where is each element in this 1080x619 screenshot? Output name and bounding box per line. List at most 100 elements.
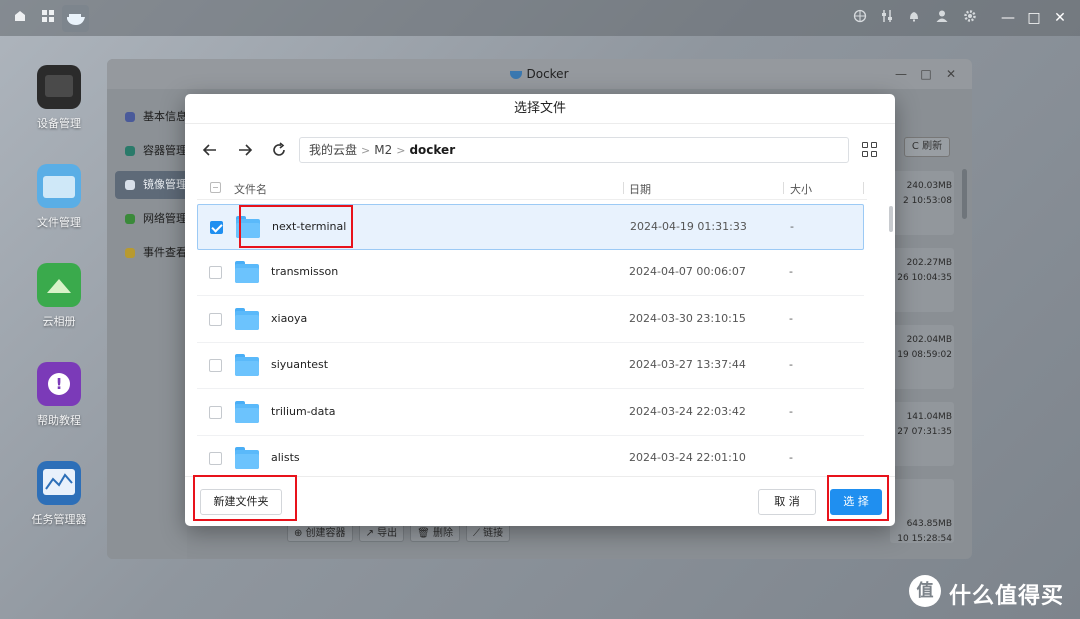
row-checkbox[interactable] <box>209 406 222 419</box>
file-name: trilium-data <box>271 405 336 418</box>
file-date: 2024-03-24 22:01:10 <box>629 451 746 464</box>
folder-icon <box>235 401 259 423</box>
file-row[interactable]: trilium-data 2024-03-24 22:03:42 - <box>197 390 864 436</box>
network-icon[interactable] <box>851 9 869 27</box>
docker-taskbar-button[interactable] <box>62 5 89 32</box>
row-checkbox[interactable] <box>209 359 222 372</box>
file-size: - <box>789 265 793 278</box>
select-file-dialog: 选择文件 我的云盘 > M2 > docker 文件名 日期 大小 next-termi… <box>185 94 895 526</box>
image-size: 202.27MB <box>906 258 952 268</box>
file-list-scrollbar[interactable] <box>888 204 893 474</box>
desktop-icon-label: 云相册 <box>42 315 76 328</box>
docker-minimize-icon[interactable]: — <box>892 65 910 83</box>
events-icon <box>125 248 135 258</box>
select-button[interactable]: 选 择 <box>830 489 882 515</box>
file-row[interactable]: siyuantest 2024-03-27 13:37:44 - <box>197 343 864 389</box>
watermark-text: 什么值得买 <box>949 584 1065 609</box>
row-checkbox[interactable] <box>209 313 222 326</box>
home-icon[interactable] <box>11 9 29 27</box>
sidebar-item-network[interactable]: 网络管理 <box>115 205 187 233</box>
image-time: 2 10:53:08 <box>902 196 952 206</box>
file-size: - <box>790 220 794 233</box>
docker-icon <box>67 14 85 25</box>
folder-icon <box>235 447 259 469</box>
file-date: 2024-03-24 22:03:42 <box>629 405 746 418</box>
file-date: 2024-04-19 01:31:33 <box>630 220 747 233</box>
sidebar-item-containers[interactable]: 容器管理 <box>115 137 187 165</box>
docker-maximize-icon[interactable]: □ <box>917 65 935 83</box>
back-arrow-icon[interactable] <box>199 139 221 161</box>
image-time: 10 15:28:54 <box>897 534 952 544</box>
chevron-right-icon: > <box>396 144 406 157</box>
maximize-icon[interactable]: □ <box>1024 8 1044 28</box>
column-header-name[interactable]: 文件名 <box>234 181 267 197</box>
desktop-icon-help[interactable]: ! 帮助教程 <box>28 362 90 428</box>
docker-titlebar: Docker — □ ✕ <box>107 59 972 89</box>
scrollbar-thumb[interactable] <box>889 206 893 232</box>
new-folder-button[interactable]: 新建文件夹 <box>200 489 282 515</box>
task-manager-icon <box>37 461 81 505</box>
column-header-date[interactable]: 日期 <box>629 181 651 197</box>
cancel-button[interactable]: 取 消 <box>758 489 816 515</box>
row-checkbox[interactable] <box>210 221 223 234</box>
folder-icon <box>235 261 259 283</box>
folder-icon <box>235 354 259 376</box>
cloud-album-icon <box>37 263 81 307</box>
refresh-icon[interactable] <box>268 139 290 161</box>
row-checkbox[interactable] <box>209 266 222 279</box>
os-taskbar: — □ ✕ <box>0 0 1080 36</box>
docker-icon <box>510 70 523 79</box>
docker-sidebar: 基本信息 容器管理 镜像管理 网络管理 事件查看 <box>107 89 187 559</box>
docker-scrollbar[interactable] <box>962 169 967 219</box>
sidebar-item-basic-info[interactable]: 基本信息 <box>115 103 187 131</box>
row-checkbox[interactable] <box>209 452 222 465</box>
file-row[interactable]: xiaoya 2024-03-30 23:10:15 - <box>197 297 864 343</box>
desktop-icon-task-manager[interactable]: 任务管理器 <box>28 461 90 527</box>
file-name: transmisson <box>271 265 339 278</box>
image-size: 643.85MB <box>906 519 952 529</box>
desktop-icon-cloud-album[interactable]: 云相册 <box>28 263 90 329</box>
select-all-checkbox[interactable] <box>210 182 221 193</box>
column-header-size[interactable]: 大小 <box>790 181 812 197</box>
minimize-icon[interactable]: — <box>998 8 1018 28</box>
sliders-icon[interactable] <box>878 9 896 27</box>
user-icon[interactable] <box>933 9 951 27</box>
forward-arrow-icon[interactable] <box>234 139 256 161</box>
watermark-logo: 值 <box>909 575 941 607</box>
breadcrumb-item[interactable]: M2 <box>374 138 392 162</box>
file-row[interactable]: alists 2024-03-24 22:01:10 - <box>197 436 864 474</box>
file-row[interactable]: next-terminal 2024-04-19 01:31:33 - <box>197 204 864 250</box>
file-size: - <box>789 451 793 464</box>
file-name: next-terminal <box>272 220 347 233</box>
breadcrumb-item[interactable]: 我的云盘 <box>309 138 357 162</box>
folder-icon <box>235 308 259 330</box>
docker-close-icon[interactable]: ✕ <box>942 65 960 83</box>
file-size: - <box>789 405 793 418</box>
apps-grid-icon[interactable] <box>39 9 57 27</box>
file-row[interactable]: transmisson 2024-04-07 00:06:07 - <box>197 250 864 296</box>
file-list: next-terminal 2024-04-19 01:31:33 - tran… <box>197 204 867 474</box>
desktop-icon-device-manager[interactable]: 设备管理 <box>28 65 90 131</box>
network-icon <box>125 214 135 224</box>
refresh-button[interactable]: C 刷新 <box>904 137 950 157</box>
close-icon[interactable]: ✕ <box>1050 8 1070 28</box>
file-date: 2024-03-30 23:10:15 <box>629 312 746 325</box>
image-time: 27 07:31:35 <box>897 427 952 437</box>
settings-gear-icon[interactable] <box>961 9 979 27</box>
breadcrumb: 我的云盘 > M2 > docker <box>299 137 849 163</box>
column-divider[interactable] <box>623 182 624 194</box>
image-time: 26 10:04:35 <box>897 273 952 283</box>
breadcrumb-current[interactable]: docker <box>409 138 455 162</box>
desktop-icon-label: 任务管理器 <box>31 513 87 526</box>
image-size: 141.04MB <box>906 412 952 422</box>
bell-icon[interactable] <box>905 9 923 27</box>
container-icon <box>125 146 135 156</box>
sidebar-item-images[interactable]: 镜像管理 <box>115 171 187 199</box>
sidebar-item-events[interactable]: 事件查看 <box>115 239 187 267</box>
image-size: 240.03MB <box>906 181 952 191</box>
grid-view-icon[interactable] <box>859 139 881 161</box>
column-divider[interactable] <box>863 182 864 194</box>
chevron-right-icon: > <box>361 144 371 157</box>
column-divider[interactable] <box>783 182 784 194</box>
desktop-icon-file-manager[interactable]: 文件管理 <box>28 164 90 230</box>
